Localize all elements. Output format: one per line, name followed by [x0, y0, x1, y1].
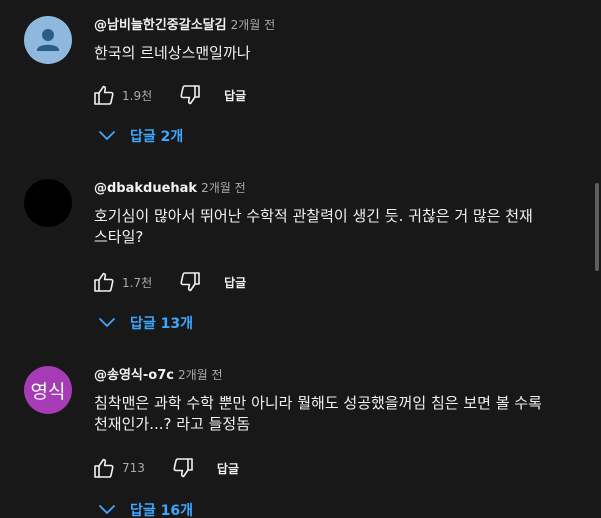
thumbs-up-icon — [94, 458, 114, 478]
comment-actions: 1.7천 답글 — [90, 268, 246, 296]
scrollbar-thumb[interactable] — [595, 183, 599, 271]
comments-panel: @남비늘한긴중갈소달김 2개월 전 한국의 르네상스맨일까나 1.9천 답글 답글… — [0, 0, 601, 518]
comment-text: 호기심이 많아서 뛰어난 수학적 관찰력이 생긴 듯. 귀찮은 거 많은 천재 … — [94, 207, 533, 246]
thumbs-down-icon — [180, 272, 200, 292]
avatar[interactable] — [24, 179, 72, 227]
reply-button[interactable]: 답글 — [224, 274, 246, 291]
view-replies-button[interactable]: 답글 13개 — [98, 311, 193, 335]
comment-body: @dbakduehak 2개월 전 호기심이 많아서 뛰어난 수학적 관찰력이 생… — [94, 179, 584, 248]
scrollbar[interactable] — [593, 0, 601, 518]
like-count: 1.7천 — [122, 275, 153, 290]
chevron-down-icon — [99, 131, 115, 140]
comment-meta: @남비늘한긴중갈소달김 2개월 전 — [94, 16, 584, 35]
comment-actions: 713 답글 — [90, 454, 239, 482]
comment-meta: @dbakduehak 2개월 전 — [94, 179, 584, 198]
thumbs-down-icon — [173, 458, 193, 478]
thumbs-down-icon — [180, 85, 200, 105]
view-replies-button[interactable]: 답글 2개 — [98, 124, 183, 148]
like-count: 713 — [122, 461, 145, 475]
comment-body: @남비늘한긴중갈소달김 2개월 전 한국의 르네상스맨일까나 — [94, 16, 584, 64]
comment-author[interactable]: @남비늘한긴중갈소달김 — [94, 18, 227, 33]
comment-author[interactable]: @송영식-o7c — [94, 368, 174, 383]
comment-meta: @송영식-o7c 2개월 전 — [94, 366, 584, 385]
view-replies-label: 답글 2개 — [130, 129, 184, 145]
avatar[interactable]: 영식 — [24, 366, 72, 414]
like-button[interactable] — [90, 268, 118, 296]
view-replies-label: 답글 13개 — [130, 316, 193, 332]
reply-button[interactable]: 답글 — [217, 460, 239, 477]
dislike-button[interactable] — [176, 268, 204, 296]
dislike-button[interactable] — [176, 81, 204, 109]
reply-button[interactable]: 답글 — [224, 87, 246, 104]
comment-text: 침착맨은 과학 수학 뿐만 아니라 뭘해도 성공했을꺼임 침은 보면 볼 수록 … — [94, 394, 542, 433]
chevron-down-icon — [99, 505, 115, 514]
view-replies-button[interactable]: 답글 16개 — [98, 498, 193, 518]
like-count: 1.9천 — [122, 88, 153, 103]
comment-actions: 1.9천 답글 — [90, 81, 246, 109]
comment-text: 한국의 르네상스맨일까나 — [94, 44, 251, 62]
view-replies-label: 답글 16개 — [130, 503, 193, 518]
like-button[interactable] — [90, 454, 118, 482]
like-button[interactable] — [90, 81, 118, 109]
comment-time[interactable]: 2개월 전 — [178, 368, 223, 382]
thumbs-up-icon — [94, 85, 114, 105]
comment-time[interactable]: 2개월 전 — [231, 18, 276, 32]
thumbs-up-icon — [94, 272, 114, 292]
chevron-down-icon — [99, 318, 115, 327]
comment-body: @송영식-o7c 2개월 전 침착맨은 과학 수학 뿐만 아니라 뭘해도 성공했을… — [94, 366, 584, 435]
dislike-button[interactable] — [169, 454, 197, 482]
avatar[interactable] — [24, 16, 72, 64]
default-person-avatar-icon — [37, 29, 59, 51]
comment-time[interactable]: 2개월 전 — [201, 181, 246, 195]
avatar-initials: 영식 — [30, 380, 66, 403]
comment-author[interactable]: @dbakduehak — [94, 181, 197, 196]
